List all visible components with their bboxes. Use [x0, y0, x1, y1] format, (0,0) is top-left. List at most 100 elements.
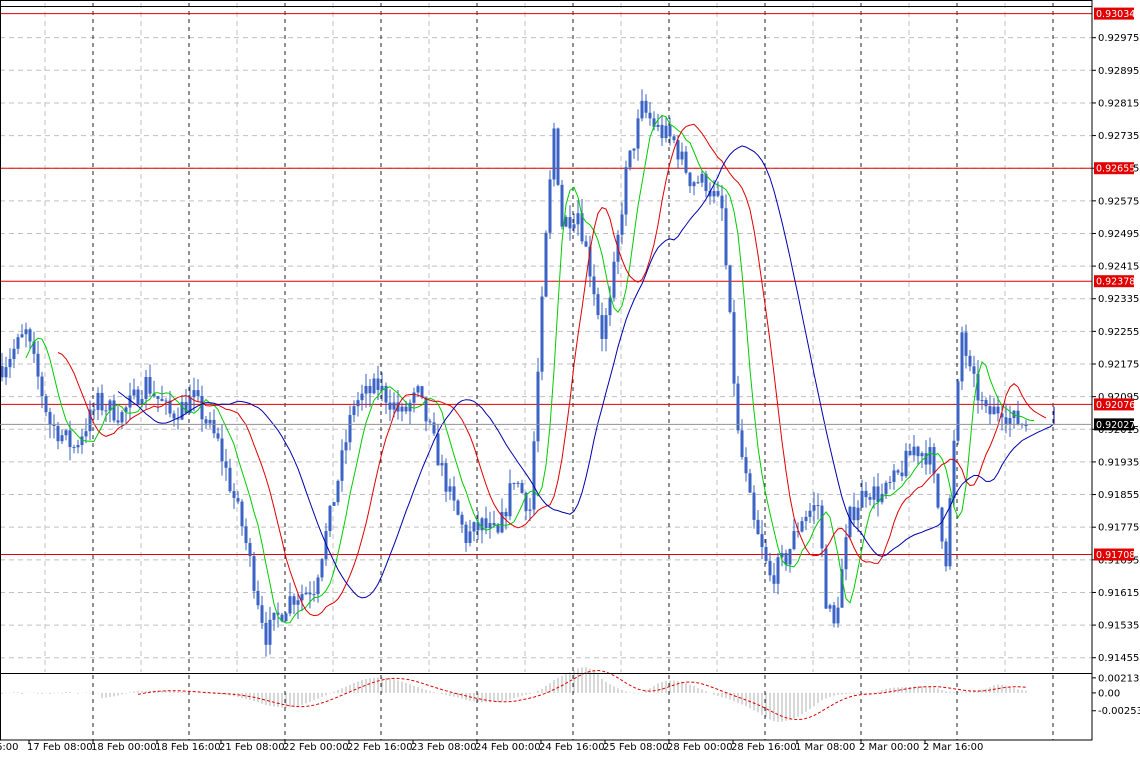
- time-tick-label: 24 Feb 16:00: [539, 742, 605, 753]
- price-tick-label: 0.92975: [1098, 33, 1139, 44]
- current-price-tag-label: 0.92027: [1096, 420, 1135, 431]
- price-bar-body: [84, 431, 88, 437]
- price-bar-body: [448, 486, 452, 492]
- price-tick-label: 0.92335: [1098, 294, 1139, 305]
- price-bar-body: [460, 514, 464, 525]
- price-bar-body: [952, 440, 956, 499]
- price-bar-body: [348, 415, 352, 443]
- price-bar-body: [892, 470, 896, 482]
- price-tick-label: 0.91855: [1098, 490, 1139, 501]
- price-bar-body: [248, 543, 252, 557]
- price-tick-label: 0.91775: [1098, 523, 1139, 534]
- chart-svg: 0.92975 0.92895 0.92815 0.92735 0.92655 0.925…: [0, 0, 1140, 753]
- price-bar-body: [740, 430, 744, 458]
- price-bar-body: [968, 355, 972, 367]
- price-bar-body: [172, 413, 176, 419]
- price-bar-body: [40, 376, 44, 397]
- price-bar-body: [492, 523, 496, 526]
- price-bar-body: [528, 509, 532, 511]
- price-bar-body: [964, 332, 968, 356]
- price-bar-body: [584, 241, 588, 247]
- price-bar-body: [428, 421, 432, 423]
- price-bar-body: [840, 569, 844, 608]
- price-bar-body: [960, 332, 964, 382]
- price-bar-body: [984, 400, 988, 407]
- price-bar-body: [120, 412, 124, 423]
- price-bar-body: [900, 472, 904, 477]
- price-bar-body: [504, 512, 508, 517]
- price-bar-body: [388, 402, 392, 410]
- price-bar-body: [668, 125, 672, 137]
- price-bar-body: [16, 337, 20, 349]
- price-bar-body: [852, 506, 856, 521]
- price-bar-body: [440, 463, 444, 466]
- price-bar-body: [216, 433, 220, 439]
- price-bar-body: [932, 447, 936, 474]
- price-bar-body: [720, 195, 724, 209]
- price-bar-body: [416, 386, 420, 393]
- price-bar-body: [160, 398, 164, 402]
- price-bar-body: [264, 622, 268, 645]
- price-bar-body: [640, 100, 644, 119]
- price-bar-body: [352, 406, 356, 416]
- level-price-tag: 0.91708: [1094, 548, 1135, 561]
- price-bar-body: [644, 100, 648, 113]
- level-price-tag: 0.93034: [1094, 7, 1135, 20]
- price-bar-body: [404, 406, 408, 412]
- price-bar-body: [816, 505, 820, 507]
- price-bar-body: [228, 467, 232, 492]
- price-bar-body: [60, 435, 64, 442]
- price-bar-body: [764, 547, 768, 561]
- price-bar-body: [828, 605, 832, 609]
- time-tick-label: 1 Mar 08:00: [795, 742, 855, 753]
- chart-frame: [0, 0, 1093, 741]
- price-bar-body: [464, 524, 468, 543]
- price-bar-body: [220, 438, 224, 462]
- price-bar-body: [628, 150, 632, 168]
- price-bar-body: [356, 400, 360, 407]
- price-bar-body: [508, 483, 512, 517]
- current-price-tag: 0.92027: [1094, 418, 1135, 431]
- price-bar-body: [596, 294, 600, 316]
- price-bar-body: [592, 276, 596, 295]
- price-bar-body: [516, 482, 520, 484]
- price-bar-body: [140, 398, 144, 405]
- price-bar-body: [116, 420, 120, 423]
- price-bar-body: [52, 424, 56, 426]
- level-price-tag: 0.92378: [1094, 275, 1135, 288]
- time-tick-label: 22 Feb 00:00: [283, 742, 349, 753]
- time-tick-label: 22 Feb 16:00: [347, 742, 413, 753]
- price-bar-body: [972, 366, 976, 374]
- price-bar-body: [888, 481, 892, 483]
- price-bar-body: [756, 519, 760, 535]
- price-bar-body: [204, 419, 208, 424]
- price-bar-body: [876, 486, 880, 503]
- price-bar-body: [244, 526, 248, 544]
- price-bar-body: [24, 329, 28, 335]
- price-bar-body: [724, 208, 728, 266]
- price-tick-label: 0.91615: [1098, 588, 1139, 599]
- price-bar-body: [236, 498, 240, 502]
- price-bar-body: [104, 410, 108, 412]
- price-bar-body: [48, 411, 52, 425]
- osc-tick-label: 0.002137: [1098, 673, 1140, 684]
- price-bar-body: [732, 312, 736, 384]
- price-bar-body: [784, 553, 788, 565]
- price-bar-body: [1008, 418, 1012, 424]
- price-bar-body: [488, 523, 492, 529]
- price-bar-body: [308, 592, 312, 595]
- price-bar-body: [844, 537, 848, 570]
- price-bar-body: [560, 184, 564, 227]
- price-bar-body: [768, 560, 772, 576]
- price-bar-body: [364, 385, 368, 394]
- price-bar-body: [716, 191, 720, 196]
- price-bar-body: [800, 521, 804, 532]
- price-bar-body: [988, 406, 992, 415]
- price-bar-body: [224, 461, 228, 468]
- price-bar-body: [468, 531, 472, 543]
- price-bar-body: [336, 480, 340, 503]
- price-bar-body: [856, 507, 860, 521]
- price-bar-body: [240, 501, 244, 527]
- price-bar-body: [496, 525, 500, 533]
- price-bar-body: [208, 419, 212, 424]
